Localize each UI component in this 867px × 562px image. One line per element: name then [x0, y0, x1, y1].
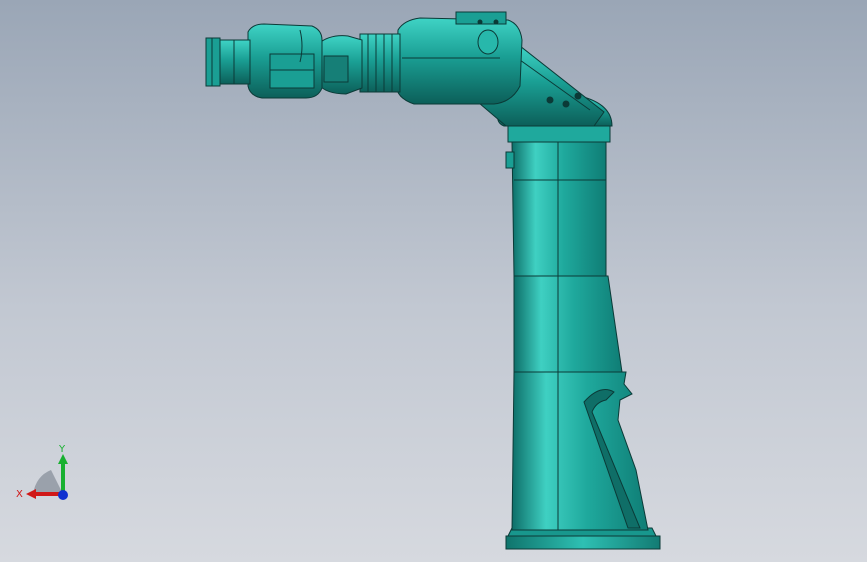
robot-forearm[interactable]	[359, 33, 401, 93]
robot-shoulder-housing[interactable]	[507, 125, 611, 143]
robot-tool-flange[interactable]	[219, 39, 251, 85]
3d-graphics-viewport[interactable]: Y X	[0, 0, 867, 562]
triad-x-label: X	[16, 489, 23, 500]
model-canvas[interactable]	[0, 0, 867, 562]
robot-elbow-housing[interactable]	[395, 17, 523, 105]
robot-arm-model[interactable]	[205, 11, 661, 550]
robot-middle-column[interactable]	[513, 275, 623, 373]
robot-upper-column[interactable]	[511, 141, 607, 277]
robot-base-plate[interactable]	[505, 535, 661, 550]
view-orientation-triad-icon[interactable]: Y X	[14, 442, 74, 512]
triad-y-label: Y	[58, 444, 66, 455]
